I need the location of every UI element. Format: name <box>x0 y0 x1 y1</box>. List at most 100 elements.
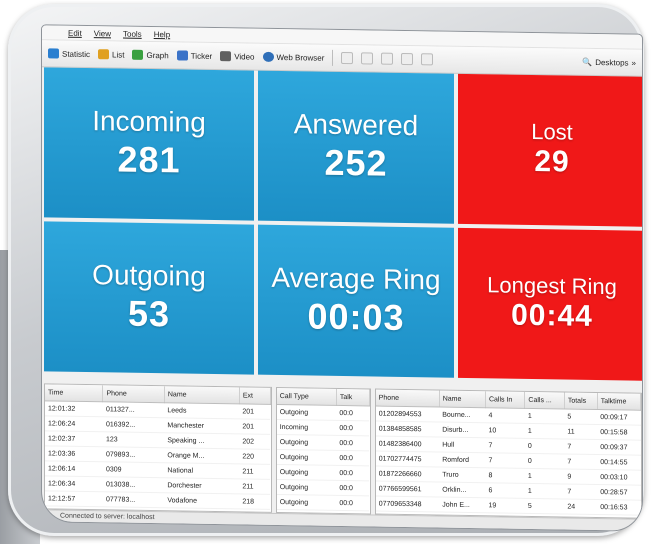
column-header[interactable]: Ext <box>239 387 271 405</box>
table-cell: 201 <box>239 418 271 435</box>
table-cell: 013038... <box>102 476 165 493</box>
magnifier-icon: 🔍 <box>582 57 593 67</box>
table-cell: Romford <box>439 452 486 468</box>
table-cell: 00:0 <box>336 405 370 421</box>
tile-incoming: Incoming 281 <box>44 67 254 221</box>
column-header[interactable]: Totals <box>564 392 598 410</box>
web-browser-button[interactable]: Web Browser <box>262 51 324 63</box>
toolbar-tool-button[interactable] <box>381 52 394 65</box>
table-cell: 0 <box>524 438 565 454</box>
table-row[interactable]: Outgoing 00:0 <box>276 494 370 511</box>
table-cell: 00:09:17 <box>597 409 641 426</box>
app-window: Edit View Tools Help Statistic List Grap… <box>42 25 642 531</box>
tile-longest-ring: Longest Ring 00:44 <box>458 227 642 381</box>
table-cell: 7 <box>564 438 598 455</box>
table-cell: Incoming <box>276 419 337 436</box>
ticker-button[interactable]: Ticker <box>176 50 212 61</box>
table-row[interactable]: Outgoing 00:0 <box>276 479 370 496</box>
table-cell: 01202894553 <box>375 406 440 423</box>
statistic-icon <box>48 48 59 59</box>
column-header[interactable]: Calls ... <box>524 391 565 409</box>
column-header[interactable]: Time <box>45 384 103 402</box>
table-cell: 12:06:24 <box>45 415 103 432</box>
table-cell: 07709653348 <box>375 496 440 513</box>
table-cell: 12:06:14 <box>45 460 103 477</box>
menu-help[interactable]: Help <box>154 30 170 39</box>
column-header[interactable]: Name <box>164 386 240 404</box>
table-cell: 12:12:57 <box>45 490 103 507</box>
desktops-button[interactable]: 🔍 Desktops » <box>582 57 636 67</box>
table-cell: 123 <box>102 431 165 448</box>
table-row[interactable]: Outgoing 00:0 <box>276 404 370 421</box>
table-cell: 016392... <box>102 416 165 433</box>
table-row[interactable]: Outgoing 00:0 <box>276 434 370 451</box>
table-cell: 12:03:36 <box>45 445 103 462</box>
tile-average-ring: Average Ring 00:03 <box>258 224 454 378</box>
tile-value: 53 <box>127 292 171 335</box>
toolbar-tool-button[interactable] <box>341 51 354 65</box>
column-header[interactable]: Phone <box>375 389 440 408</box>
toolbar-tool-button[interactable] <box>361 52 374 65</box>
column-header[interactable]: Talktime <box>597 393 641 411</box>
column-header[interactable]: Calls In <box>485 391 525 409</box>
table-cell: 00:0 <box>336 465 370 481</box>
table-cell: 00:28:57 <box>597 484 641 501</box>
column-header[interactable]: Phone <box>102 385 165 403</box>
table-cell: Outgoing <box>276 434 337 451</box>
table-cell: 077783... <box>102 491 165 508</box>
column-header[interactable]: Name <box>439 390 486 408</box>
table-cell: 4 <box>485 407 525 424</box>
graph-button[interactable]: Graph <box>132 49 169 61</box>
table-row[interactable]: Incoming 00:0 <box>276 419 370 436</box>
menu-view[interactable]: View <box>94 29 111 38</box>
table-cell: 01872266660 <box>375 466 440 483</box>
table-cell: Orklin... <box>439 482 486 498</box>
column-header[interactable]: Call Type <box>276 387 337 406</box>
toolbar-tool-button[interactable] <box>401 52 414 66</box>
video-button[interactable]: Video <box>220 51 255 62</box>
menu-tools[interactable]: Tools <box>123 29 142 38</box>
column-header[interactable]: Talk <box>336 388 370 406</box>
table-cell: 202 <box>239 433 271 450</box>
table-cell: 011327... <box>102 401 165 418</box>
table-row[interactable]: Outgoing 00:0 <box>276 464 370 481</box>
table-cell: Manchester <box>164 417 240 434</box>
table-cell: 00:0 <box>336 435 370 451</box>
table-cell: Dorchester <box>164 477 240 494</box>
table-cell: 7 <box>485 452 525 469</box>
table-cell: 12:01:32 <box>45 400 103 417</box>
table-cell: Hull <box>439 437 486 453</box>
table-row[interactable]: Outgoing 00:0 <box>276 449 370 466</box>
table-cell: 00:09:37 <box>597 439 641 456</box>
menu-edit[interactable]: Edit <box>68 28 82 37</box>
table-cell: 1 <box>524 408 565 424</box>
table-cell: 1 <box>524 423 565 439</box>
table-cell: 211 <box>239 478 271 495</box>
tile-label: Answered <box>293 108 419 142</box>
tile-value: 29 <box>534 145 570 179</box>
table-cell: 19 <box>485 497 525 514</box>
list-button[interactable]: List <box>98 49 124 60</box>
toolbar-separator <box>332 49 334 66</box>
tile-answered: Answered 252 <box>258 70 454 224</box>
toolbar-tool-button[interactable] <box>421 53 434 66</box>
table-cell: 5 <box>524 498 565 514</box>
tile-outgoing: Outgoing 53 <box>44 221 254 375</box>
tile-value: 281 <box>117 138 181 181</box>
table-cell: 12:02:37 <box>45 430 103 447</box>
tile-label: Incoming <box>92 105 206 138</box>
table-cell: 01702774475 <box>375 451 440 468</box>
statistics-tiles: Incoming 281 Answered 252 Lost 29 Outgoi… <box>44 67 642 388</box>
table-cell: 12:06:34 <box>45 475 103 492</box>
statistic-button[interactable]: Statistic <box>48 48 90 59</box>
table-cell: 0309 <box>102 461 165 478</box>
ticker-icon <box>176 50 188 61</box>
table-cell: 00:0 <box>336 495 370 511</box>
table-cell: 201 <box>239 403 271 420</box>
table-cell: 7 <box>485 437 525 454</box>
table-cell: Outgoing <box>276 479 337 496</box>
table-cell: 7 <box>564 483 598 500</box>
video-icon <box>220 51 232 62</box>
table-cell: 1 <box>524 468 565 484</box>
table-cell: 07766599561 <box>375 481 440 498</box>
